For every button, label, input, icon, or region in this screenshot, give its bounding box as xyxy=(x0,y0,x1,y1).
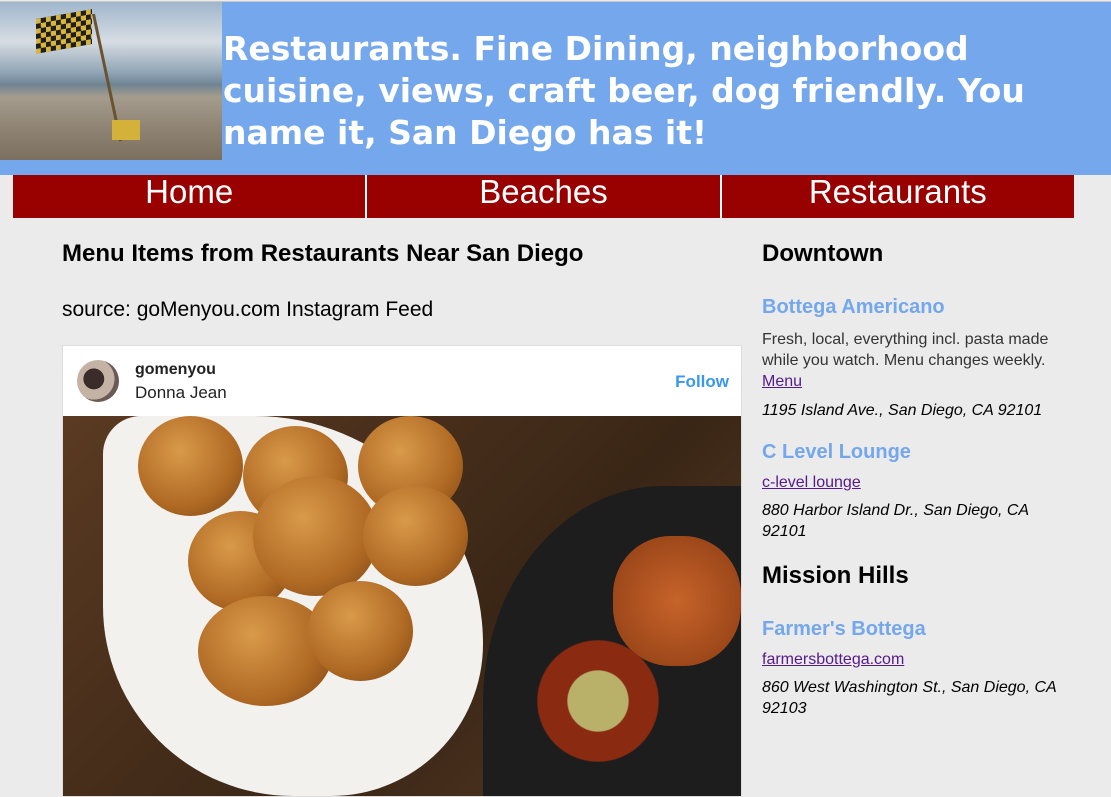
source-text: source: goMenyou.com Instagram Feed xyxy=(62,298,434,321)
restaurant-name: Farmer's Bottega xyxy=(762,618,926,640)
beach-flag-image xyxy=(0,2,222,160)
nav-restaurants[interactable]: Restaurants xyxy=(721,175,1074,218)
hush-puppy xyxy=(308,581,413,681)
sauce xyxy=(513,616,683,786)
section-downtown: Downtown xyxy=(762,240,884,267)
avatar[interactable] xyxy=(77,360,119,402)
beach-sign xyxy=(112,120,140,140)
restaurant-address: 1195 Island Ave., San Diego, CA 92101 xyxy=(762,402,1043,419)
checkered-flag xyxy=(36,9,92,54)
nav-beaches[interactable]: Beaches xyxy=(367,175,722,218)
restaurant-address: 860 West Washington St., San Diego, CA 9… xyxy=(762,679,1057,717)
page-title: Restaurants. Fine Dining, neighborhood c… xyxy=(223,29,1025,152)
section-title: Menu Items from Restaurants Near San Die… xyxy=(62,240,584,267)
instagram-post: gomenyou Donna Jean Follow xyxy=(62,345,742,797)
restaurant-name: C Level Lounge xyxy=(762,441,911,463)
main-nav: Home Beaches Restaurants xyxy=(13,175,1074,218)
menu-link[interactable]: Menu xyxy=(762,373,802,390)
sidebar: Downtown Bottega Americano Fresh, local,… xyxy=(762,240,1062,739)
restaurant-description: Fresh, local, everything incl. pasta mad… xyxy=(762,329,1062,392)
post-header: gomenyou Donna Jean Follow xyxy=(63,346,741,416)
display-name: Donna Jean xyxy=(135,383,227,402)
section-mission-hills: Mission Hills xyxy=(762,562,909,589)
food-photo[interactable] xyxy=(63,416,741,796)
username[interactable]: gomenyou xyxy=(135,361,216,379)
follow-button[interactable]: Follow xyxy=(675,372,729,392)
hush-puppy xyxy=(138,416,243,516)
hush-puppy xyxy=(253,476,378,596)
description-text: Fresh, local, everything incl. pasta mad… xyxy=(762,331,1049,369)
hush-puppy xyxy=(363,486,468,586)
restaurant-address: 880 Harbor Island Dr., San Diego, CA 921… xyxy=(762,502,1029,540)
main-content: Menu Items from Restaurants Near San Die… xyxy=(62,240,742,322)
restaurant-link[interactable]: farmersbottega.com xyxy=(762,651,1062,669)
nav-home[interactable]: Home xyxy=(13,175,368,218)
restaurant-link[interactable]: c-level lounge xyxy=(762,474,1062,492)
restaurant-name: Bottega Americano xyxy=(762,296,945,318)
